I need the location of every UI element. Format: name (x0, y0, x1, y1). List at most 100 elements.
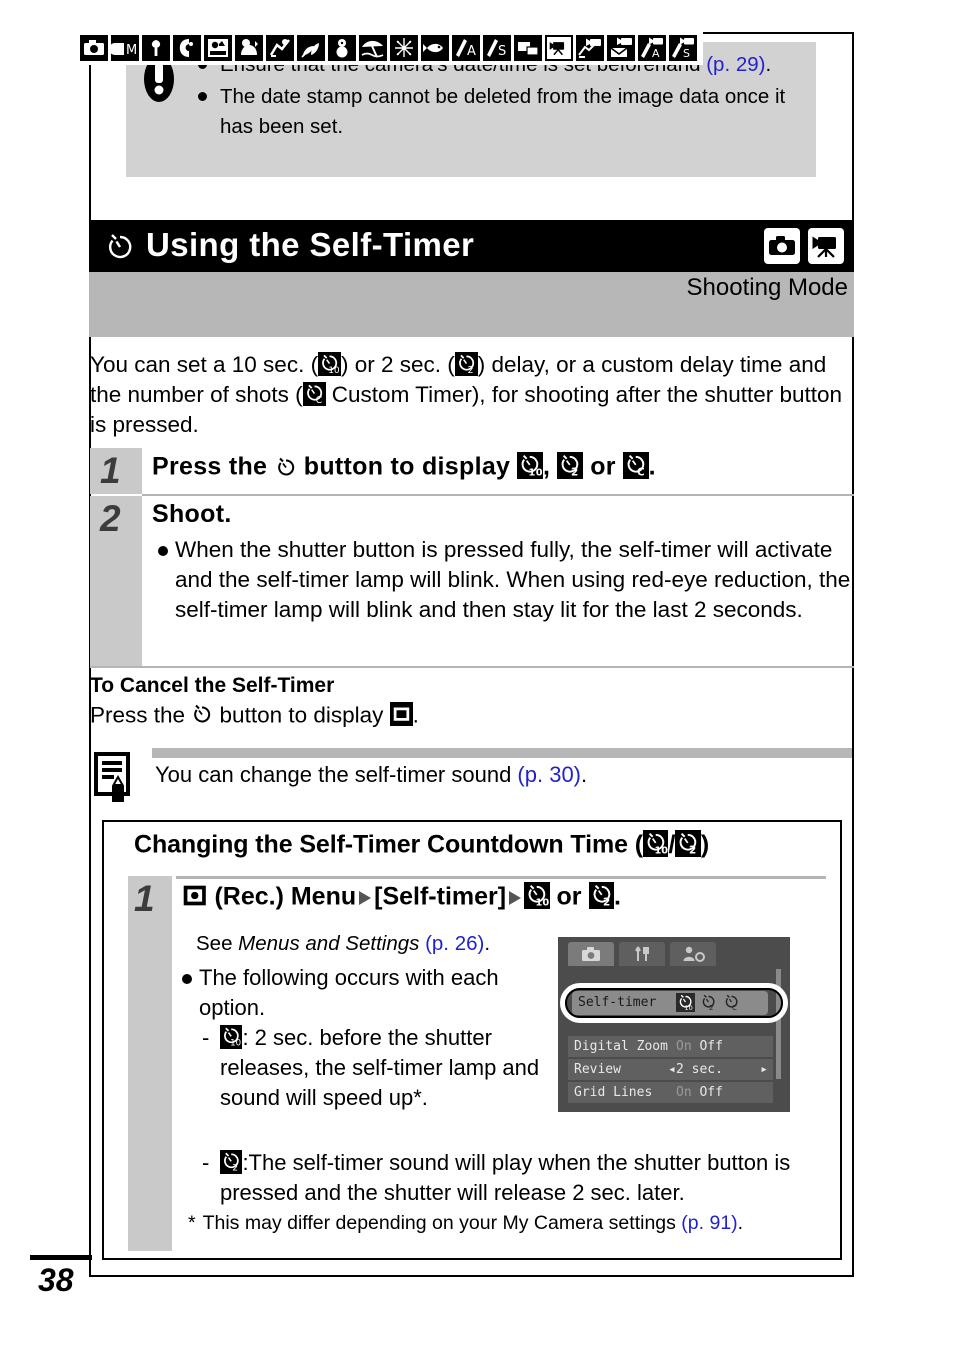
page-ref-link[interactable]: (p. 30) (517, 762, 581, 787)
step-1-text-b: button to display (296, 452, 518, 481)
indoor-icon (266, 35, 294, 61)
lcd-row-0-on[interactable]: On (676, 1039, 692, 1054)
svg-text:S: S (498, 44, 506, 59)
page-ref-link[interactable]: (p. 91) (681, 1212, 737, 1234)
table-row[interactable]: Grid Lines On Off (568, 1082, 773, 1103)
underwater-icon (421, 35, 449, 61)
bullet-dot (182, 974, 192, 984)
shooting-mode-icon-row: M A S A S (77, 31, 703, 65)
subsection-step-instruction: (Rec.) Menu [Self-timer] 10 or 2. (182, 882, 621, 915)
rec-tab-icon[interactable] (568, 942, 614, 966)
lcd-row-0-label: Digital Zoom (574, 1039, 668, 1054)
steps-bottom-divider (90, 666, 854, 668)
subsection-step-c: or (549, 882, 589, 911)
lcd-selected-row-self-timer[interactable]: Self-timer 10 2 C (572, 991, 768, 1015)
svg-text:A: A (467, 44, 476, 59)
svg-text:2: 2 (571, 466, 579, 478)
step-2: 2 Shoot. When the shutter button is pres… (90, 496, 854, 666)
step-2-body: Shoot. When the shutter button is presse… (142, 496, 854, 631)
bullet-dot (198, 92, 207, 101)
intro-text-2: ) or 2 sec. ( (341, 352, 455, 377)
cancel-instruction: Press the button to display . (90, 702, 419, 731)
chevron-left-icon[interactable]: ◂ (668, 1059, 676, 1080)
footnote-text: This may differ depending on your My Cam… (202, 1212, 682, 1234)
subsection-title-a: Changing the Self-Timer Countdown Time ( (134, 830, 643, 859)
subsection-footnote: * This may differ depending on your My Ca… (188, 1212, 838, 1235)
movie-color-accent-icon: A (638, 35, 666, 61)
timer-custom-icon[interactable]: C (722, 993, 741, 1012)
svg-text:C: C (732, 1004, 737, 1012)
svg-text:2: 2 (467, 365, 473, 376)
page-number: 38 (38, 1262, 74, 1298)
page-title: Using the Self-Timer (146, 226, 475, 263)
still-camera-icon (764, 228, 800, 264)
movie-color-swap-icon: S (669, 35, 697, 61)
lcd-selected-row-label: Self-timer (578, 995, 657, 1010)
timer-2sec-icon: 2 (557, 452, 583, 479)
see-before: See (196, 932, 239, 955)
lcd-scrollbar[interactable] (776, 969, 781, 1079)
arrow-right-icon (506, 886, 524, 915)
footer-rule (30, 1255, 92, 1260)
subsection-title: Changing the Self-Timer Countdown Time (… (134, 830, 709, 860)
svg-text:10: 10 (536, 897, 550, 908)
dash-marker: - (202, 1150, 210, 1175)
chevron-right-icon[interactable]: ▸ (760, 1059, 768, 1080)
svg-text:2: 2 (602, 896, 609, 908)
subsection-bullet-intro: The following occurs with each option. (199, 965, 499, 1020)
lcd-row-0-off[interactable]: Off (699, 1039, 722, 1054)
note-top-rule (152, 748, 852, 758)
memo-note-icon (94, 752, 136, 804)
cancel-text-c: . (412, 702, 419, 728)
timer-custom-icon: C (623, 452, 649, 479)
lcd-row-2-off[interactable]: Off (699, 1085, 722, 1100)
step-1-text-e: . (648, 452, 656, 481)
portrait-icon (173, 35, 201, 61)
lcd-menu-list: Digital Zoom On Off Review ◂ 2 sec. ▸ Gr… (568, 967, 773, 1105)
footnote-star: * (188, 1212, 196, 1234)
list-item: When the shutter button is pressed fully… (158, 535, 854, 625)
subsection-step-rule (176, 876, 826, 879)
lcd-row-2-label: Grid Lines (574, 1085, 653, 1100)
timer-10sec-icon: 10 (220, 1025, 243, 1049)
page-ref-link[interactable]: (p. 29) (706, 53, 765, 76)
table-row[interactable]: Digital Zoom On Off (568, 1036, 773, 1057)
bullet-dot (158, 546, 168, 556)
step-1-text-d: or (582, 452, 624, 481)
movie-camera-icon (808, 228, 844, 264)
shutter-priority-icon: S (483, 35, 511, 61)
self-timer-button-icon (191, 703, 213, 731)
timer-10sec-icon[interactable]: 10 (676, 993, 695, 1012)
list-item: The following occurs with each option. (182, 963, 552, 1023)
cancel-heading: To Cancel the Self-Timer (90, 674, 335, 697)
subsection-step-number: 1 (134, 878, 155, 919)
subsection-title-b: ) (700, 830, 710, 859)
svg-text:10: 10 (654, 845, 668, 856)
step-1-text-c: , (542, 452, 558, 481)
foliage-icon (297, 35, 325, 61)
step-1-number: 1 (100, 450, 121, 491)
timer-2sec-icon[interactable]: 2 (699, 993, 718, 1012)
svg-text:S: S (683, 47, 690, 60)
svg-text:10: 10 (529, 467, 543, 478)
lcd-selftimer-options: 10 2 C (676, 993, 741, 1012)
lcd-row-2-on[interactable]: On (676, 1085, 692, 1100)
subsection-step-a: (Rec.) Menu (207, 882, 357, 911)
table-row[interactable]: Review ◂ 2 sec. ▸ (568, 1059, 773, 1080)
lcd-row-0-value: On Off (676, 1036, 723, 1057)
svg-text:10: 10 (685, 1004, 693, 1012)
my-camera-tab-icon[interactable] (670, 942, 716, 966)
caution-item-1-text: The date stamp cannot be deleted from th… (220, 85, 786, 138)
step-2-number: 2 (100, 498, 121, 539)
snow-icon (328, 35, 356, 61)
setup-tab-icon[interactable] (619, 942, 665, 966)
subsection-title-sep: / (668, 830, 676, 859)
manual-mode-icon: M (111, 35, 139, 61)
timer-2sec-icon: 2 (454, 351, 478, 377)
subsection-bullets-2: - 2:The self-timer sound will play when t… (182, 1148, 827, 1208)
page-ref-link[interactable]: (p. 26) (425, 932, 484, 955)
svg-text:10: 10 (328, 366, 340, 376)
lcd-tab-bar (568, 942, 716, 966)
rec-menu-icon (182, 882, 208, 909)
timer-2sec-icon: 2 (588, 882, 614, 909)
